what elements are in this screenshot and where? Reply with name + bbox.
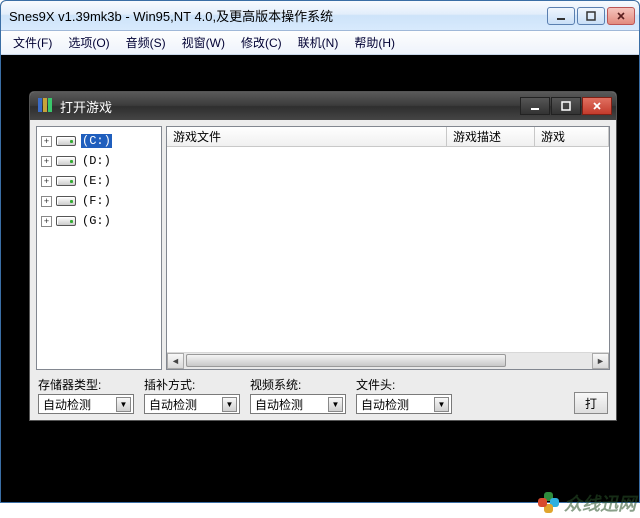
patch-mode-select[interactable]: 自动检测▼ <box>144 394 240 414</box>
main-titlebar[interactable]: Snes9X v1.39mk3b - Win95,NT 4.0,及更高版本操作系… <box>1 1 639 31</box>
tree-row-c[interactable]: + (C:) <box>39 131 159 151</box>
main-window: Snes9X v1.39mk3b - Win95,NT 4.0,及更高版本操作系… <box>0 0 640 503</box>
drive-label: (C:) <box>81 134 112 148</box>
dialog-window-buttons <box>520 97 612 115</box>
scroll-left-icon[interactable]: ◄ <box>167 353 184 369</box>
chevron-down-icon: ▼ <box>116 397 131 412</box>
drive-icon <box>56 196 76 206</box>
maximize-button[interactable] <box>577 7 605 25</box>
options-row: 存储器类型: 自动检测▼ 插补方式: 自动检测▼ 视频系统: 自动检测▼ 文件头… <box>36 374 610 414</box>
menu-options[interactable]: 选项(O) <box>60 32 117 53</box>
drive-label: (E:) <box>81 174 112 188</box>
patch-mode-value: 自动检测 <box>149 396 222 413</box>
drive-label: (G:) <box>81 214 112 228</box>
minimize-button[interactable] <box>547 7 575 25</box>
tree-row-g[interactable]: + (G:) <box>39 211 159 231</box>
close-icon <box>616 11 626 21</box>
open-button[interactable]: 打 <box>574 392 608 414</box>
close-button[interactable] <box>607 7 635 25</box>
scroll-right-icon[interactable]: ► <box>592 353 609 369</box>
menubar: 文件(F) 选项(O) 音频(S) 视窗(W) 修改(C) 联机(N) 帮助(H… <box>1 31 639 55</box>
menu-net[interactable]: 联机(N) <box>290 32 347 53</box>
scroll-thumb[interactable] <box>186 354 506 367</box>
maximize-icon <box>586 11 596 21</box>
horizontal-scrollbar[interactable]: ◄ ► <box>167 352 609 369</box>
list-header: 游戏文件 游戏描述 游戏 <box>167 127 609 147</box>
column-description[interactable]: 游戏描述 <box>447 127 535 146</box>
drive-label: (D:) <box>81 154 112 168</box>
open-button-label: 打 <box>585 395 597 412</box>
tree-row-e[interactable]: + (E:) <box>39 171 159 191</box>
drive-label: (F:) <box>81 194 112 208</box>
drive-icon <box>56 156 76 166</box>
menu-file[interactable]: 文件(F) <box>5 32 60 53</box>
minimize-icon <box>556 11 566 21</box>
tree-expand-icon[interactable]: + <box>41 176 52 187</box>
file-header-select[interactable]: 自动检测▼ <box>356 394 452 414</box>
drive-icon <box>56 176 76 186</box>
drive-icon <box>56 216 76 226</box>
tree-row-d[interactable]: + (D:) <box>39 151 159 171</box>
minimize-icon <box>530 101 540 111</box>
file-header-label: 文件头: <box>356 376 452 393</box>
tree-expand-icon[interactable]: + <box>41 196 52 207</box>
dialog-titlebar[interactable]: 打开游戏 <box>30 92 616 120</box>
menu-cheat[interactable]: 修改(C) <box>233 32 290 53</box>
close-icon <box>592 101 602 111</box>
menu-help[interactable]: 帮助(H) <box>346 32 403 53</box>
file-list: 游戏文件 游戏描述 游戏 ◄ ► <box>166 126 610 370</box>
tree-expand-icon[interactable]: + <box>41 136 52 147</box>
menu-window[interactable]: 视窗(W) <box>174 32 233 53</box>
storage-type-select[interactable]: 自动检测▼ <box>38 394 134 414</box>
storage-type-group: 存储器类型: 自动检测▼ <box>38 376 134 414</box>
drive-tree[interactable]: + (C:) + (D:) + (E:) + (F:) + (G:) <box>36 126 162 370</box>
tree-expand-icon[interactable]: + <box>41 216 52 227</box>
main-title: Snes9X v1.39mk3b - Win95,NT 4.0,及更高版本操作系… <box>9 6 547 25</box>
chevron-down-icon: ▼ <box>328 397 343 412</box>
file-header-group: 文件头: 自动检测▼ <box>356 376 452 414</box>
dialog-minimize-button[interactable] <box>520 97 550 115</box>
storage-type-value: 自动检测 <box>43 396 116 413</box>
file-header-value: 自动检测 <box>361 396 434 413</box>
menu-audio[interactable]: 音频(S) <box>118 32 174 53</box>
video-system-label: 视频系统: <box>250 376 346 393</box>
chevron-down-icon: ▼ <box>222 397 237 412</box>
scroll-track[interactable] <box>184 353 592 369</box>
patch-mode-label: 插补方式: <box>144 376 240 393</box>
dialog-maximize-button[interactable] <box>551 97 581 115</box>
dialog-close-button[interactable] <box>582 97 612 115</box>
dialog-icon <box>38 98 54 114</box>
client-area: 打开游戏 + (C:) + (D:) + (E:) + (F:) + (G:) <box>1 55 639 502</box>
patch-mode-group: 插补方式: 自动检测▼ <box>144 376 240 414</box>
column-gamefile[interactable]: 游戏文件 <box>167 127 447 146</box>
list-body[interactable] <box>167 147 609 352</box>
chevron-down-icon: ▼ <box>434 397 449 412</box>
open-game-dialog: 打开游戏 + (C:) + (D:) + (E:) + (F:) + (G:) <box>29 91 617 421</box>
dialog-title: 打开游戏 <box>60 97 520 116</box>
storage-type-label: 存储器类型: <box>38 376 134 393</box>
video-system-group: 视频系统: 自动检测▼ <box>250 376 346 414</box>
column-game[interactable]: 游戏 <box>535 127 609 146</box>
drive-icon <box>56 136 76 146</box>
video-system-value: 自动检测 <box>255 396 328 413</box>
dialog-body: + (C:) + (D:) + (E:) + (F:) + (G:) 游戏文件 游戏描述 … <box>30 120 616 420</box>
panes: + (C:) + (D:) + (E:) + (F:) + (G:) 游戏文件 游戏描述 … <box>36 126 610 370</box>
window-buttons <box>547 7 635 25</box>
video-system-select[interactable]: 自动检测▼ <box>250 394 346 414</box>
tree-row-f[interactable]: + (F:) <box>39 191 159 211</box>
tree-expand-icon[interactable]: + <box>41 156 52 167</box>
maximize-icon <box>561 101 571 111</box>
